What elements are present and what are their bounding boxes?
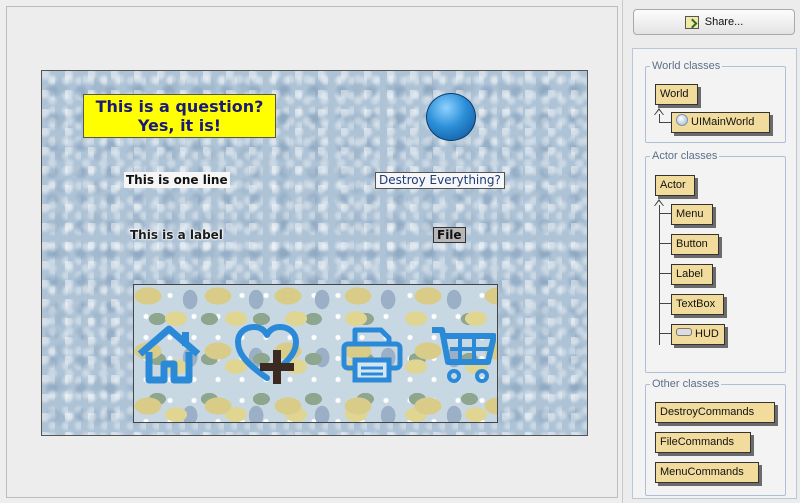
blue-ball-actor[interactable] [426,93,476,141]
class-hud-label: HUD [695,328,719,340]
question-label-line1: This is a question? [95,97,264,116]
class-filecommands-label: FileCommands [660,436,734,448]
inheritance-line [659,205,660,345]
file-menu[interactable]: File [433,227,466,243]
inheritance-line [659,303,671,304]
class-destroycommands-label: DestroyCommands [660,406,755,418]
class-textbox-label: TextBox [676,298,716,310]
class-menucommands-label: MenuCommands [660,466,744,478]
class-actor-label: Actor [660,179,686,191]
actor-classes-group: Actor classes Actor Menu Button Label Te… [645,149,786,373]
plain-label[interactable]: This is a label [130,227,223,243]
heart-plus-icon[interactable] [234,324,300,384]
inheritance-line [659,333,671,334]
share-button-label: Share... [704,16,744,28]
inheritance-line [659,243,671,244]
inheritance-line [659,122,671,123]
class-menu[interactable]: Menu [671,204,713,225]
class-button-label: Button [676,238,708,250]
class-world[interactable]: World [655,84,698,105]
class-world-label: World [660,88,689,100]
printer-icon[interactable] [339,324,405,384]
class-uimainworld-label: UIMainWorld [691,116,755,128]
share-icon [684,15,699,29]
hud-image-icon [676,328,692,336]
class-filecommands[interactable]: FileCommands [655,432,751,453]
world-image-icon [676,114,688,126]
class-uimainworld[interactable]: UIMainWorld [671,112,770,133]
class-menucommands[interactable]: MenuCommands [655,462,759,483]
question-label[interactable]: This is a question? Yes, it is! [83,94,276,138]
class-label[interactable]: Label [671,264,713,285]
class-hud[interactable]: HUD [671,324,725,345]
shopping-cart-icon[interactable] [430,324,496,384]
home-icon[interactable] [136,324,202,384]
other-classes-title: Other classes [650,377,722,391]
world-classes-group: World classes World UIMainWorld [645,59,786,143]
inheritance-line [659,213,671,214]
inheritance-line [659,273,671,274]
hud-panel[interactable] [133,284,498,423]
actor-classes-title: Actor classes [650,149,720,163]
inheritance-line [659,114,660,122]
other-classes-group: Other classes DestroyCommands FileComman… [645,377,786,496]
class-button[interactable]: Button [671,234,719,255]
class-browser-panel: World classes World UIMainWorld Actor cl… [632,48,797,499]
class-destroycommands[interactable]: DestroyCommands [655,402,775,423]
one-line-label[interactable]: This is one line [124,172,230,188]
class-actor[interactable]: Actor [655,175,695,196]
share-button[interactable]: Share... [633,9,795,35]
class-label-label: Label [676,268,703,280]
class-textbox[interactable]: TextBox [671,294,724,315]
class-menu-label: Menu [676,208,704,220]
destroy-everything-button[interactable]: Destroy Everything? [375,172,505,189]
world-classes-title: World classes [650,59,723,73]
question-label-line2: Yes, it is! [137,116,222,135]
